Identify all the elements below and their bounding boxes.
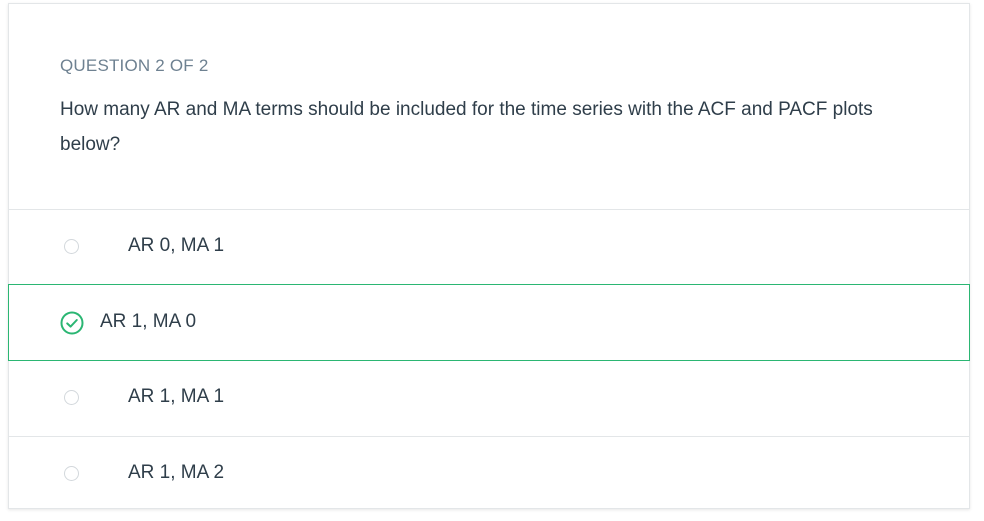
answer-option-2-selected[interactable]: AR 1, MA 0 xyxy=(8,284,970,361)
question-counter: QUESTION 2 OF 2 xyxy=(60,56,209,75)
radio-circle-icon[interactable] xyxy=(64,466,79,481)
answer-option-3[interactable]: AR 1, MA 1 xyxy=(9,361,969,436)
question-header: QUESTION 2 OF 2 How many AR and MA terms… xyxy=(9,4,969,209)
answer-option-label: AR 0, MA 1 xyxy=(128,235,225,256)
answer-options: AR 0, MA 1 AR 1, MA 0 AR 1, MA 1 AR 1, M… xyxy=(8,209,970,511)
answer-option-label: AR 1, MA 2 xyxy=(128,462,225,483)
answer-option-label: AR 1, MA 0 xyxy=(100,311,197,332)
check-circle-icon xyxy=(60,311,84,335)
question-text: How many AR and MA terms should be inclu… xyxy=(60,99,873,155)
answer-option-1[interactable]: AR 0, MA 1 xyxy=(9,209,969,284)
answer-option-4[interactable]: AR 1, MA 2 xyxy=(9,436,969,511)
quiz-card: QUESTION 2 OF 2 How many AR and MA terms… xyxy=(8,3,970,509)
radio-circle-icon[interactable] xyxy=(64,239,79,254)
radio-circle-icon[interactable] xyxy=(64,390,79,405)
answer-option-label: AR 1, MA 1 xyxy=(128,386,225,407)
